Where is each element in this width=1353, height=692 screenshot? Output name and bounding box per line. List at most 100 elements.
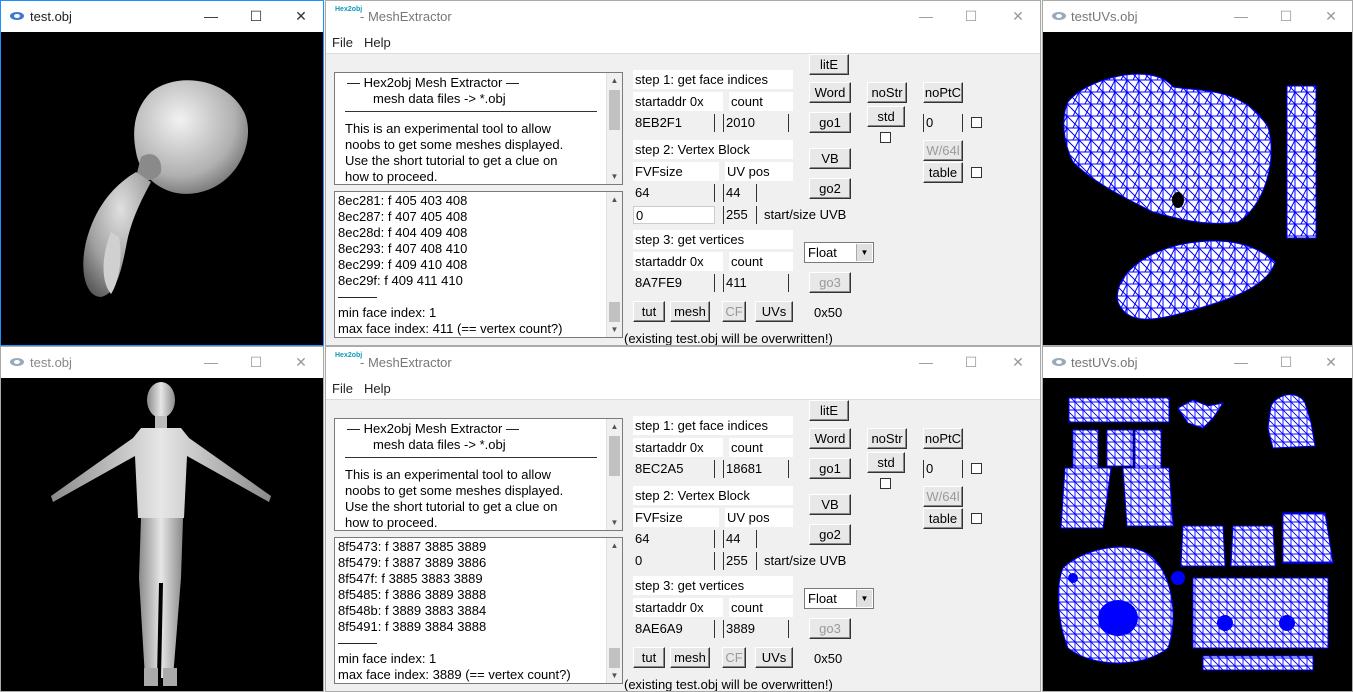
log-textbox[interactable]: 8ec281: f 405 403 408 8ec287: f 407 405 … xyxy=(334,191,623,338)
table-button[interactable]: table xyxy=(923,162,963,183)
minimize-icon[interactable]: — xyxy=(1231,353,1251,371)
noptc-button[interactable]: noPtC xyxy=(923,82,963,103)
tut-button[interactable]: tut xyxy=(633,647,665,668)
scroll-thumb[interactable] xyxy=(609,90,620,130)
scrollbar[interactable]: ▲ ▼ xyxy=(606,73,622,184)
go3-button[interactable]: go3 xyxy=(809,272,851,293)
minimize-icon[interactable]: — xyxy=(201,353,221,371)
scroll-thumb[interactable] xyxy=(609,436,620,476)
mesh-button[interactable]: mesh xyxy=(670,647,710,668)
vertex-startaddr-input[interactable]: 8A7FE9 xyxy=(633,274,715,292)
scroll-thumb[interactable] xyxy=(609,648,620,668)
cf-button[interactable]: CF xyxy=(722,301,746,322)
scrollbar[interactable]: ▲ ▼ xyxy=(606,419,622,530)
uvb-start-input[interactable]: 0 xyxy=(633,552,715,570)
uvb-size-input[interactable]: 255 xyxy=(723,552,757,570)
maximize-icon[interactable]: ☐ xyxy=(246,7,266,25)
uvs-button[interactable]: UVs xyxy=(755,301,793,322)
minimize-icon[interactable]: — xyxy=(201,7,221,25)
maximize-icon[interactable]: ☐ xyxy=(1276,353,1296,371)
chevron-down-icon[interactable]: ▼ xyxy=(856,590,872,607)
menu-help[interactable]: Help xyxy=(364,381,391,396)
table-checkbox[interactable] xyxy=(971,513,982,524)
table-button[interactable]: table xyxy=(923,508,963,529)
noptc-button[interactable]: noPtC xyxy=(923,428,963,449)
std-checkbox[interactable] xyxy=(880,478,891,489)
uv-viewport[interactable] xyxy=(1043,32,1352,345)
go2-button[interactable]: go2 xyxy=(809,524,851,545)
word-button[interactable]: Word xyxy=(809,428,851,449)
vb-button[interactable]: VB xyxy=(809,148,851,169)
std-checkbox[interactable] xyxy=(880,132,891,143)
uvb-size-input[interactable]: 255 xyxy=(723,206,757,224)
go1-button[interactable]: go1 xyxy=(809,112,851,133)
ptc-input[interactable]: 0 xyxy=(923,460,963,478)
lite-button[interactable]: litE xyxy=(809,54,849,75)
fvf-size-input[interactable]: 64 xyxy=(633,530,715,548)
menu-help[interactable]: Help xyxy=(364,35,391,50)
close-icon[interactable]: ✕ xyxy=(291,353,311,371)
close-icon[interactable]: ✕ xyxy=(1008,7,1028,25)
ptc-checkbox[interactable] xyxy=(971,463,982,474)
chevron-down-icon[interactable]: ▼ xyxy=(856,244,872,261)
title-bar[interactable]: Hex2obj - MeshExtractor — ☐ ✕ xyxy=(326,347,1040,378)
minimize-icon[interactable]: — xyxy=(916,7,936,25)
face-startaddr-input[interactable]: 8EB2F1 xyxy=(633,114,715,132)
face-count-input[interactable]: 18681 xyxy=(723,460,789,478)
uv-viewport[interactable] xyxy=(1043,378,1352,691)
scroll-down-icon[interactable]: ▼ xyxy=(607,668,622,683)
scrollbar[interactable]: ▲ ▼ xyxy=(606,192,622,337)
3d-viewport[interactable] xyxy=(1,378,323,691)
std-button[interactable]: std xyxy=(867,452,905,473)
close-icon[interactable]: ✕ xyxy=(1008,353,1028,371)
uvb-start-input[interactable]: 0 xyxy=(633,206,715,224)
vertex-count-input[interactable]: 3889 xyxy=(723,620,789,638)
minimize-icon[interactable]: — xyxy=(1231,7,1251,25)
go3-button[interactable]: go3 xyxy=(809,618,851,639)
3d-viewport[interactable] xyxy=(1,32,323,345)
info-textbox[interactable]: — Hex2obj Mesh Extractor — mesh data fil… xyxy=(334,72,623,185)
table-checkbox[interactable] xyxy=(971,167,982,178)
title-bar[interactable]: Hex2obj - MeshExtractor — ☐ ✕ xyxy=(326,1,1040,32)
w64-button[interactable]: W/64l xyxy=(923,140,963,161)
lite-button[interactable]: litE xyxy=(809,400,849,421)
nostr-button[interactable]: noStr xyxy=(867,428,907,449)
menu-file[interactable]: File xyxy=(332,381,353,396)
vb-button[interactable]: VB xyxy=(809,494,851,515)
title-bar[interactable]: test.obj — ☐ ✕ xyxy=(1,1,323,32)
vertex-startaddr-input[interactable]: 8AE6A9 xyxy=(633,620,715,638)
log-textbox[interactable]: 8f5473: f 3887 3885 3889 8f5479: f 3887 … xyxy=(334,537,623,684)
face-startaddr-input[interactable]: 8EC2A5 xyxy=(633,460,715,478)
fvf-size-input[interactable]: 64 xyxy=(633,184,715,202)
info-textbox[interactable]: — Hex2obj Mesh Extractor — mesh data fil… xyxy=(334,418,623,531)
uv-pos-input[interactable]: 44 xyxy=(723,530,757,548)
maximize-icon[interactable]: ☐ xyxy=(1276,7,1296,25)
vertex-count-input[interactable]: 411 xyxy=(723,274,789,292)
mesh-button[interactable]: mesh xyxy=(670,301,710,322)
scroll-thumb[interactable] xyxy=(609,302,620,322)
close-icon[interactable]: ✕ xyxy=(1321,353,1341,371)
go2-button[interactable]: go2 xyxy=(809,178,851,199)
maximize-icon[interactable]: ☐ xyxy=(246,353,266,371)
face-count-input[interactable]: 2010 xyxy=(723,114,789,132)
title-bar[interactable]: testUVs.obj — ☐ ✕ xyxy=(1043,1,1352,32)
ptc-input[interactable]: 0 xyxy=(923,114,963,132)
menu-file[interactable]: File xyxy=(332,35,353,50)
scroll-down-icon[interactable]: ▼ xyxy=(607,515,622,530)
scroll-down-icon[interactable]: ▼ xyxy=(607,322,622,337)
format-select[interactable]: Float ▼ xyxy=(804,588,874,609)
w64-button[interactable]: W/64l xyxy=(923,486,963,507)
std-button[interactable]: std xyxy=(867,106,905,127)
close-icon[interactable]: ✕ xyxy=(1321,7,1341,25)
scroll-up-icon[interactable]: ▲ xyxy=(607,538,622,553)
maximize-icon[interactable]: ☐ xyxy=(961,353,981,371)
maximize-icon[interactable]: ☐ xyxy=(961,7,981,25)
scroll-up-icon[interactable]: ▲ xyxy=(607,192,622,207)
scrollbar[interactable]: ▲ ▼ xyxy=(606,538,622,683)
scroll-up-icon[interactable]: ▲ xyxy=(607,419,622,434)
nostr-button[interactable]: noStr xyxy=(867,82,907,103)
scroll-down-icon[interactable]: ▼ xyxy=(607,169,622,184)
format-select[interactable]: Float ▼ xyxy=(804,242,874,263)
tut-button[interactable]: tut xyxy=(633,301,665,322)
uvs-button[interactable]: UVs xyxy=(755,647,793,668)
